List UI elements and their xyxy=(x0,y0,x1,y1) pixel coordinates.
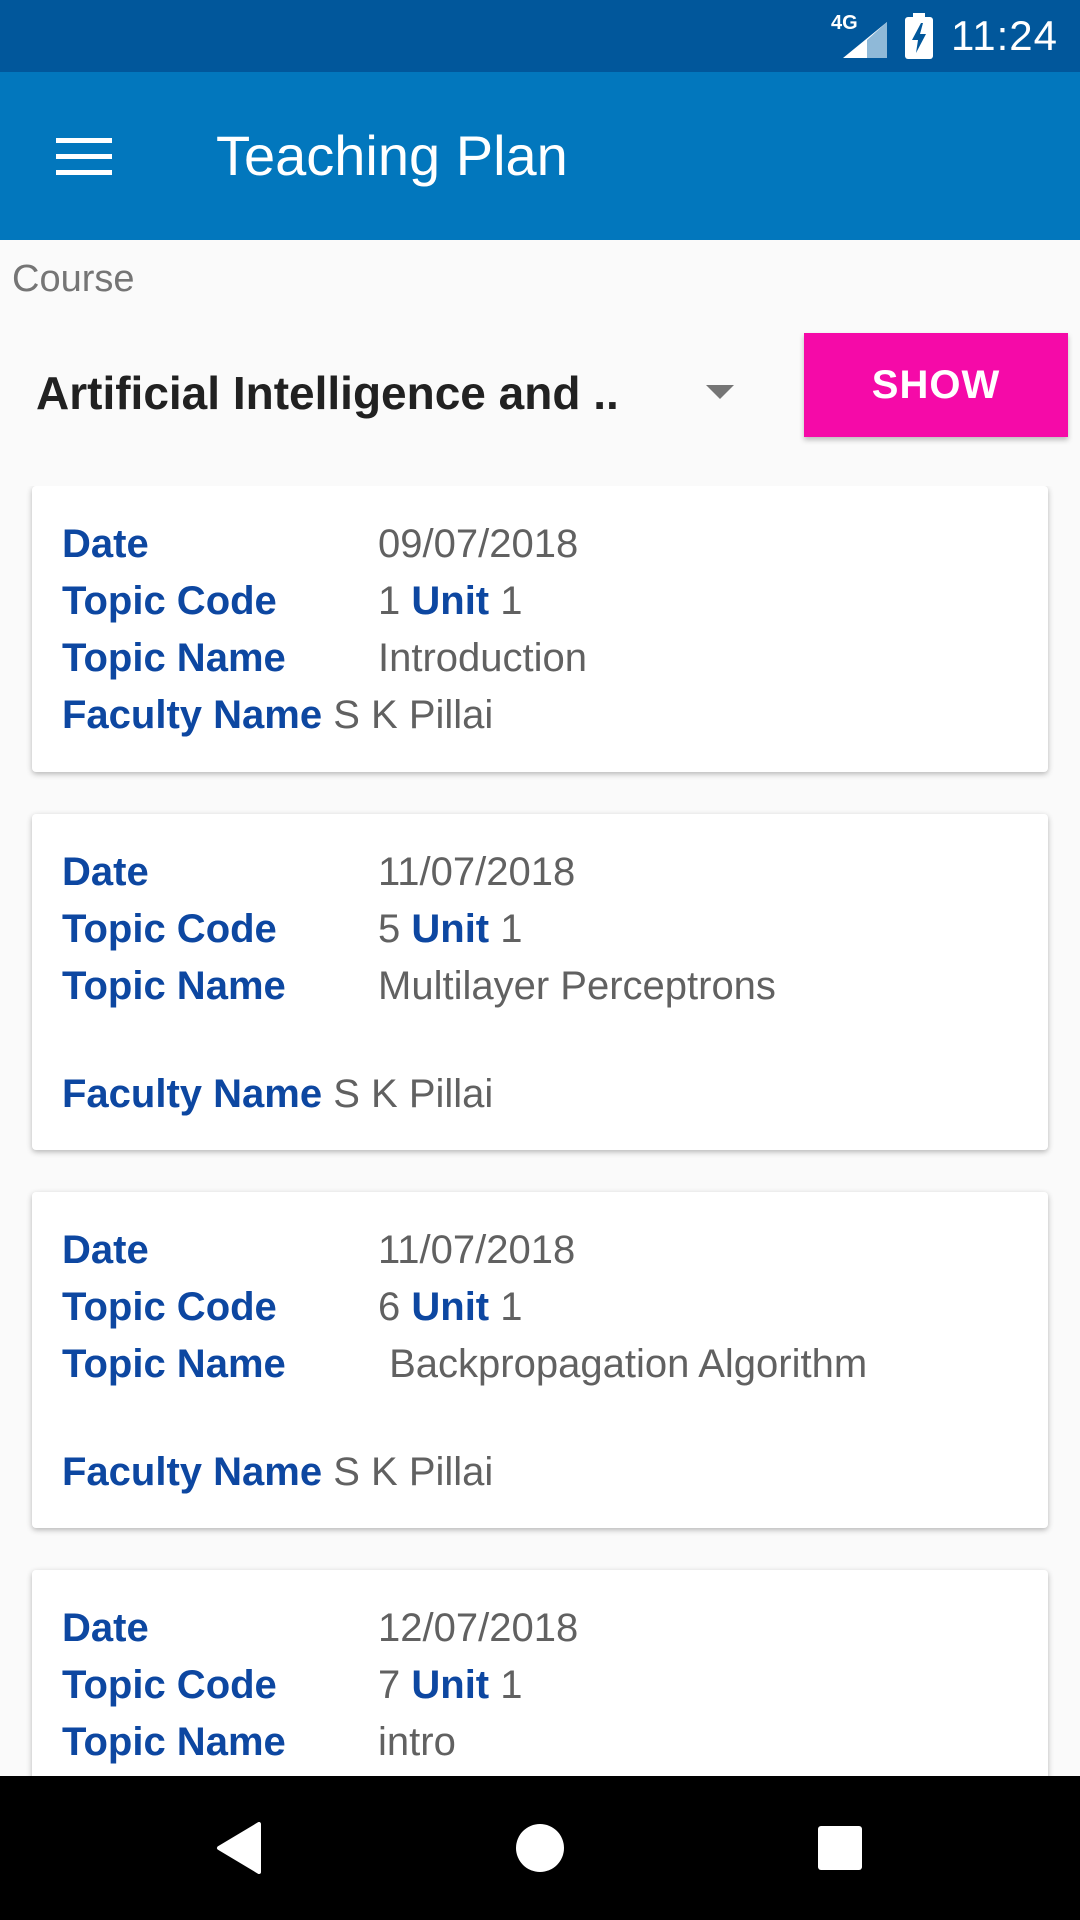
teaching-plan-card: Date 11/07/2018 Topic Code 6 Unit 1 Topi… xyxy=(32,1192,1048,1528)
page-title: Teaching Plan xyxy=(216,124,568,187)
topic-name-value: Multilayer Perceptrons xyxy=(378,964,776,1008)
date-value: 09/07/2018 xyxy=(378,522,579,566)
status-bar: 4G 11:24 xyxy=(0,0,1080,72)
unit-value: 1 xyxy=(500,1285,523,1329)
date-value: 11/07/2018 xyxy=(378,1228,576,1272)
topic-code-label: Topic Code xyxy=(62,1663,277,1707)
teaching-plan-card: Date 09/07/2018 Topic Code 1 Unit 1 Topi… xyxy=(32,486,1048,772)
clock: 11:24 xyxy=(951,12,1058,59)
date-label: Date xyxy=(62,850,149,894)
faculty-row: Faculty Name S K Pillai xyxy=(62,693,493,738)
teaching-plan-card: Date 12/07/2018 Topic Code 7 Unit 1 Topi… xyxy=(32,1570,1048,1776)
topic-code-row: Topic Code 7 Unit 1 xyxy=(62,1663,523,1708)
date-label: Date xyxy=(62,1228,149,1272)
status-icons: 4G 11:24 xyxy=(831,0,1058,72)
dropdown-caret-icon xyxy=(706,385,734,399)
battery-charging-icon xyxy=(905,13,933,59)
topic-name-value: Backpropagation Algorithm xyxy=(378,1342,868,1386)
date-value: 12/07/2018 xyxy=(378,1606,579,1650)
back-button[interactable] xyxy=(160,1776,320,1920)
topic-code-row: Topic Code 6 Unit 1 xyxy=(62,1285,523,1330)
menu-icon xyxy=(56,138,112,175)
faculty-name-label: Faculty Name xyxy=(62,1072,323,1116)
faculty-name-value: S K Pillai xyxy=(333,693,494,737)
topic-name-label: Topic Name xyxy=(62,1720,286,1764)
recents-button[interactable] xyxy=(760,1776,920,1920)
back-icon xyxy=(217,1822,261,1874)
signal-icon: 4G xyxy=(831,12,887,58)
date-label: Date xyxy=(62,1606,149,1650)
unit-label: Unit xyxy=(411,1285,490,1329)
topic-name-row: Topic Name Multilayer Perceptrons xyxy=(62,964,776,1009)
course-selected-value: Artificial Intelligence and .. xyxy=(36,367,619,419)
unit-label: Unit xyxy=(411,907,490,951)
topic-code-label: Topic Code xyxy=(62,907,277,951)
teaching-plan-card: Date 11/07/2018 Topic Code 5 Unit 1 Topi… xyxy=(32,814,1048,1150)
navigation-bar xyxy=(0,1776,1080,1920)
topic-code-value: 1 xyxy=(378,579,401,623)
topic-code-value: 7 xyxy=(378,1663,401,1707)
app-bar: Teaching Plan xyxy=(0,72,1080,240)
unit-label: Unit xyxy=(411,579,490,623)
faculty-name-value: S K Pillai xyxy=(333,1072,494,1116)
topic-code-value: 6 xyxy=(378,1285,401,1329)
teaching-plan-list[interactable]: Date 09/07/2018 Topic Code 1 Unit 1 Topi… xyxy=(0,486,1080,1776)
course-label: Course xyxy=(12,258,135,300)
date-value: 11/07/2018 xyxy=(378,850,576,894)
home-icon xyxy=(516,1824,564,1872)
topic-code-label: Topic Code xyxy=(62,1285,277,1329)
faculty-name-value: S K Pillai xyxy=(333,1450,494,1494)
unit-value: 1 xyxy=(500,907,523,951)
recents-icon xyxy=(818,1826,862,1870)
course-dropdown[interactable]: Artificial Intelligence and .. xyxy=(36,350,746,436)
topic-code-value: 5 xyxy=(378,907,401,951)
menu-button[interactable] xyxy=(40,116,128,196)
date-row: Date 09/07/2018 xyxy=(62,522,578,567)
topic-code-row: Topic Code 1 Unit 1 xyxy=(62,579,523,624)
topic-code-label: Topic Code xyxy=(62,579,277,623)
unit-value: 1 xyxy=(500,1663,523,1707)
topic-name-label: Topic Name xyxy=(62,636,286,680)
faculty-name-label: Faculty Name xyxy=(62,693,323,737)
faculty-row: Faculty Name S K Pillai xyxy=(62,1072,493,1117)
topic-name-row: Topic Name intro xyxy=(62,1720,456,1765)
unit-value: 1 xyxy=(500,579,523,623)
topic-name-value: intro xyxy=(378,1720,456,1764)
date-label: Date xyxy=(62,522,149,566)
topic-name-row: Topic Name Introduction xyxy=(62,636,587,681)
unit-label: Unit xyxy=(411,1663,490,1707)
faculty-row: Faculty Name S K Pillai xyxy=(62,1450,493,1495)
topic-name-value: Introduction xyxy=(378,636,588,680)
show-button[interactable]: SHOW xyxy=(804,333,1068,437)
topic-code-row: Topic Code 5 Unit 1 xyxy=(62,907,523,952)
topic-name-label: Topic Name xyxy=(62,1342,286,1386)
topic-name-label: Topic Name xyxy=(62,964,286,1008)
home-button[interactable] xyxy=(460,1776,620,1920)
date-row: Date 12/07/2018 xyxy=(62,1606,578,1651)
date-row: Date 11/07/2018 xyxy=(62,1228,575,1273)
date-row: Date 11/07/2018 xyxy=(62,850,575,895)
topic-name-row: Topic Name Backpropagation Algorithm xyxy=(62,1342,867,1387)
faculty-name-label: Faculty Name xyxy=(62,1450,323,1494)
